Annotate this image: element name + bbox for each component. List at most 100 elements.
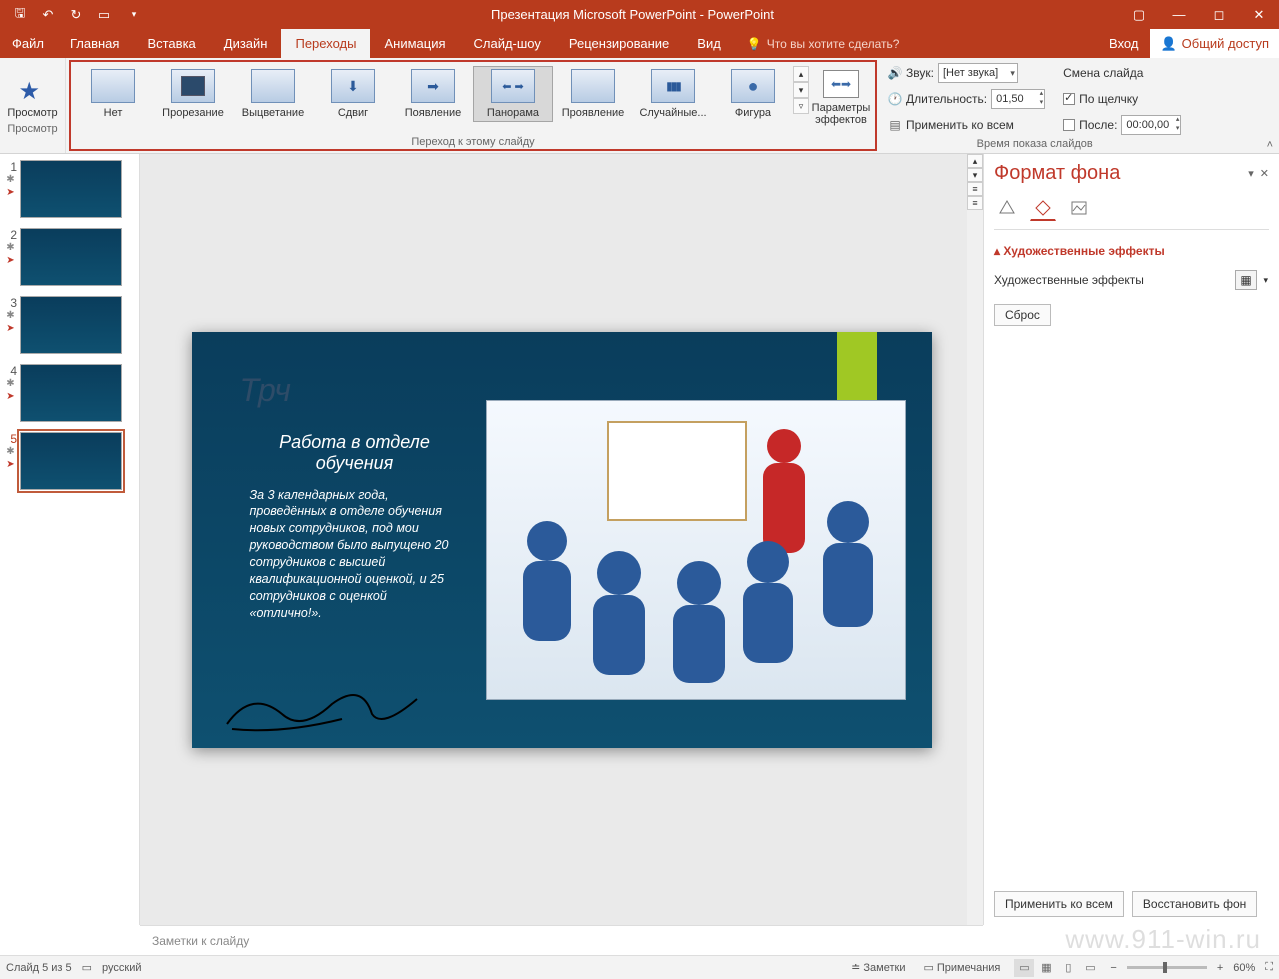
notes-toggle[interactable]: ≐ Заметки <box>847 961 909 974</box>
zoom-level[interactable]: 60% <box>1233 962 1255 974</box>
tab-view[interactable]: Вид <box>683 29 735 58</box>
undo-icon[interactable]: ↶ <box>36 3 60 27</box>
share-label: Общий доступ <box>1182 36 1269 51</box>
fit-to-window-icon[interactable]: ⛶ <box>1265 961 1273 974</box>
file-tab[interactable]: Файл <box>0 29 56 58</box>
current-slide[interactable]: Трч Работа в отделе обучения За 3 календ… <box>192 332 932 748</box>
slide-image <box>486 400 906 700</box>
slide-counter: Слайд 5 из 5 <box>6 962 72 974</box>
transition-none[interactable]: Нет <box>73 66 153 122</box>
transition-push[interactable]: Сдвиг <box>313 66 393 122</box>
close-icon[interactable]: ✕ <box>1239 0 1279 29</box>
tab-review[interactable]: Рецензирование <box>555 29 683 58</box>
minimize-icon[interactable]: — <box>1159 0 1199 29</box>
effect-options-icon <box>823 70 859 98</box>
prev-slide-icon[interactable]: ≡ <box>967 182 983 196</box>
tab-insert[interactable]: Вставка <box>133 29 209 58</box>
normal-view-icon[interactable]: ▭ <box>1014 959 1034 977</box>
advance-slide-header: Смена слайда <box>1063 66 1143 80</box>
preview-group-label: Просмотр <box>7 123 57 135</box>
thumb-3[interactable]: 3✱➤ <box>4 296 135 354</box>
thumb-5[interactable]: 5✱➤ <box>4 432 135 490</box>
apply-all-button[interactable]: Применить ко всем <box>906 118 1014 132</box>
transition-cut[interactable]: Прорезание <box>153 66 233 122</box>
timing-group: 🔊Звук:[Нет звука] 🕐Длительность:01,50 ▤П… <box>880 58 1189 153</box>
notes-pane[interactable]: Заметки к слайду <box>140 925 983 955</box>
next-slide-icon[interactable]: ≡ <box>967 196 983 210</box>
tell-me-search[interactable]: 💡 Что вы хотите сделать? <box>735 29 912 58</box>
gallery-scroll-down[interactable]: ▾ <box>793 82 809 98</box>
preview-label: Просмотр <box>7 107 57 119</box>
transitions-group-caption: Переход к этому слайду <box>71 134 875 152</box>
preview-button[interactable]: ★ <box>19 77 47 105</box>
transition-fade[interactable]: Выцветание <box>233 66 313 122</box>
gallery-expand[interactable]: ▿ <box>793 98 809 114</box>
window-controls: ▢ — ◻ ✕ <box>1119 0 1279 29</box>
language-indicator[interactable]: русский <box>102 962 141 974</box>
sorter-view-icon[interactable]: ▦ <box>1036 959 1056 977</box>
tab-transitions[interactable]: Переходы <box>281 29 370 58</box>
apply-all-icon: ▤ <box>888 118 902 132</box>
artistic-effects-dropdown[interactable]: ▦ <box>1235 270 1257 290</box>
spellcheck-icon[interactable]: ▭ <box>82 961 92 974</box>
tab-home[interactable]: Главная <box>56 29 133 58</box>
slide-accent-shape <box>837 332 877 400</box>
reset-button[interactable]: Сброс <box>994 304 1051 326</box>
thumb-4[interactable]: 4✱➤ <box>4 364 135 422</box>
pane-apply-all-button[interactable]: Применить ко всем <box>994 891 1124 917</box>
after-spinner[interactable]: 00:00,00 <box>1121 115 1181 135</box>
transition-split[interactable]: Панорама <box>473 66 553 122</box>
editor-vertical-scrollbar[interactable]: ▴ ▾ ≡ ≡ <box>967 154 983 925</box>
on-click-label: По щелчку <box>1079 92 1138 106</box>
transitions-gallery: Нет Прорезание Выцветание Сдвиг Появлени… <box>71 62 875 134</box>
tab-animation[interactable]: Анимация <box>370 29 459 58</box>
format-background-pane: Формат фона ▾✕ ▴ Художественные эффекты … <box>983 154 1279 925</box>
scroll-down-icon[interactable]: ▾ <box>967 168 983 182</box>
reading-view-icon[interactable]: ▯ <box>1058 959 1078 977</box>
maximize-icon[interactable]: ◻ <box>1199 0 1239 29</box>
qat-customize-icon[interactable]: ▾ <box>122 3 146 27</box>
tab-design[interactable]: Дизайн <box>210 29 282 58</box>
after-checkbox[interactable] <box>1063 119 1075 131</box>
duration-spinner[interactable]: 01,50 <box>991 89 1045 109</box>
zoom-slider[interactable] <box>1127 966 1207 969</box>
slideshow-view-icon[interactable]: ▭ <box>1080 959 1100 977</box>
slide-canvas-area[interactable]: Трч Работа в отделе обучения За 3 календ… <box>140 154 983 925</box>
transition-shape[interactable]: Фигура <box>713 66 793 122</box>
start-from-beginning-icon[interactable]: ▭ <box>92 3 116 27</box>
transition-wipe[interactable]: Появление <box>393 66 473 122</box>
zoom-out-icon[interactable]: − <box>1110 962 1116 974</box>
collapse-ribbon-icon[interactable]: ˄ <box>1267 139 1273 151</box>
pane-menu-icon[interactable]: ▾ <box>1248 167 1254 180</box>
save-icon[interactable]: 🖫 <box>8 3 32 27</box>
picture-tab-icon[interactable] <box>1066 195 1092 221</box>
pane-restore-button[interactable]: Восстановить фон <box>1132 891 1257 917</box>
share-button[interactable]: 👤 Общий доступ <box>1150 29 1279 58</box>
sign-in-button[interactable]: Вход <box>1097 29 1150 58</box>
zoom-in-icon[interactable]: + <box>1217 962 1223 974</box>
transitions-group-highlight: Нет Прорезание Выцветание Сдвиг Появлени… <box>69 60 877 151</box>
comments-toggle[interactable]: ▭ Примечания <box>919 961 1004 974</box>
ribbon-display-icon[interactable]: ▢ <box>1119 0 1159 29</box>
on-click-checkbox[interactable] <box>1063 93 1075 105</box>
timing-group-caption: Время показа слайдов <box>888 136 1181 154</box>
pane-close-icon[interactable]: ✕ <box>1260 167 1269 180</box>
effects-tab-icon[interactable] <box>1030 195 1056 221</box>
redo-icon[interactable]: ↻ <box>64 3 88 27</box>
artistic-effects-section-header[interactable]: ▴ Художественные эффекты <box>994 244 1269 258</box>
fill-tab-icon[interactable] <box>994 195 1020 221</box>
transition-random[interactable]: Случайные... <box>633 66 713 122</box>
sound-combo[interactable]: [Нет звука] <box>938 63 1018 83</box>
transition-reveal[interactable]: Проявление <box>553 66 633 122</box>
effect-options-button[interactable]: Параметры эффектов <box>809 66 873 130</box>
thumb-2[interactable]: 2✱➤ <box>4 228 135 286</box>
slide-paragraph: За 3 календарных года, проведённых в отд… <box>250 487 450 622</box>
thumb-1[interactable]: 1✱➤ <box>4 160 135 218</box>
slide-editor: Трч Работа в отделе обучения За 3 календ… <box>140 154 983 925</box>
scroll-up-icon[interactable]: ▴ <box>967 154 983 168</box>
artistic-effects-label: Художественные эффекты <box>994 273 1144 287</box>
tab-slideshow[interactable]: Слайд-шоу <box>460 29 555 58</box>
main-area: 1✱➤ 2✱➤ 3✱➤ 4✱➤ 5✱➤ Трч Работа в отделе … <box>0 154 1279 925</box>
ribbon-tabs: Файл Главная Вставка Дизайн Переходы Ани… <box>0 29 1279 58</box>
gallery-scroll-up[interactable]: ▴ <box>793 66 809 82</box>
